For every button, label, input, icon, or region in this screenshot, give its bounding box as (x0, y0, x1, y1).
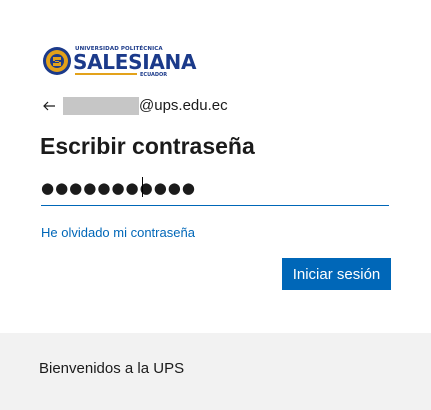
identity-row: @ups.edu.ec (41, 96, 228, 116)
footer-banner: Bienvenidos a la UPS (0, 333, 431, 410)
footer-welcome-text: Bienvenidos a la UPS (39, 360, 185, 377)
logo-emblem-icon (43, 47, 71, 75)
forgot-password-link[interactable]: He olvidado mi contraseña (41, 225, 195, 240)
back-arrow-icon[interactable] (41, 98, 57, 114)
sign-in-button[interactable]: Iniciar sesión (282, 258, 391, 290)
password-input[interactable] (41, 176, 389, 200)
university-logo: UNIVERSIDAD POLITÉCNICA SALESIANA ECUADO… (42, 42, 196, 82)
password-field-container (41, 172, 389, 206)
page-title: Escribir contraseña (40, 133, 255, 159)
logo-divider (75, 73, 137, 75)
text-caret (142, 177, 143, 197)
account-email-domain: @ups.edu.ec (139, 97, 228, 114)
logo-name: SALESIANA (73, 50, 197, 74)
redacted-username (63, 97, 139, 115)
sign-in-page: UNIVERSIDAD POLITÉCNICA SALESIANA ECUADO… (0, 0, 431, 410)
logo-country: ECUADOR (140, 72, 168, 78)
